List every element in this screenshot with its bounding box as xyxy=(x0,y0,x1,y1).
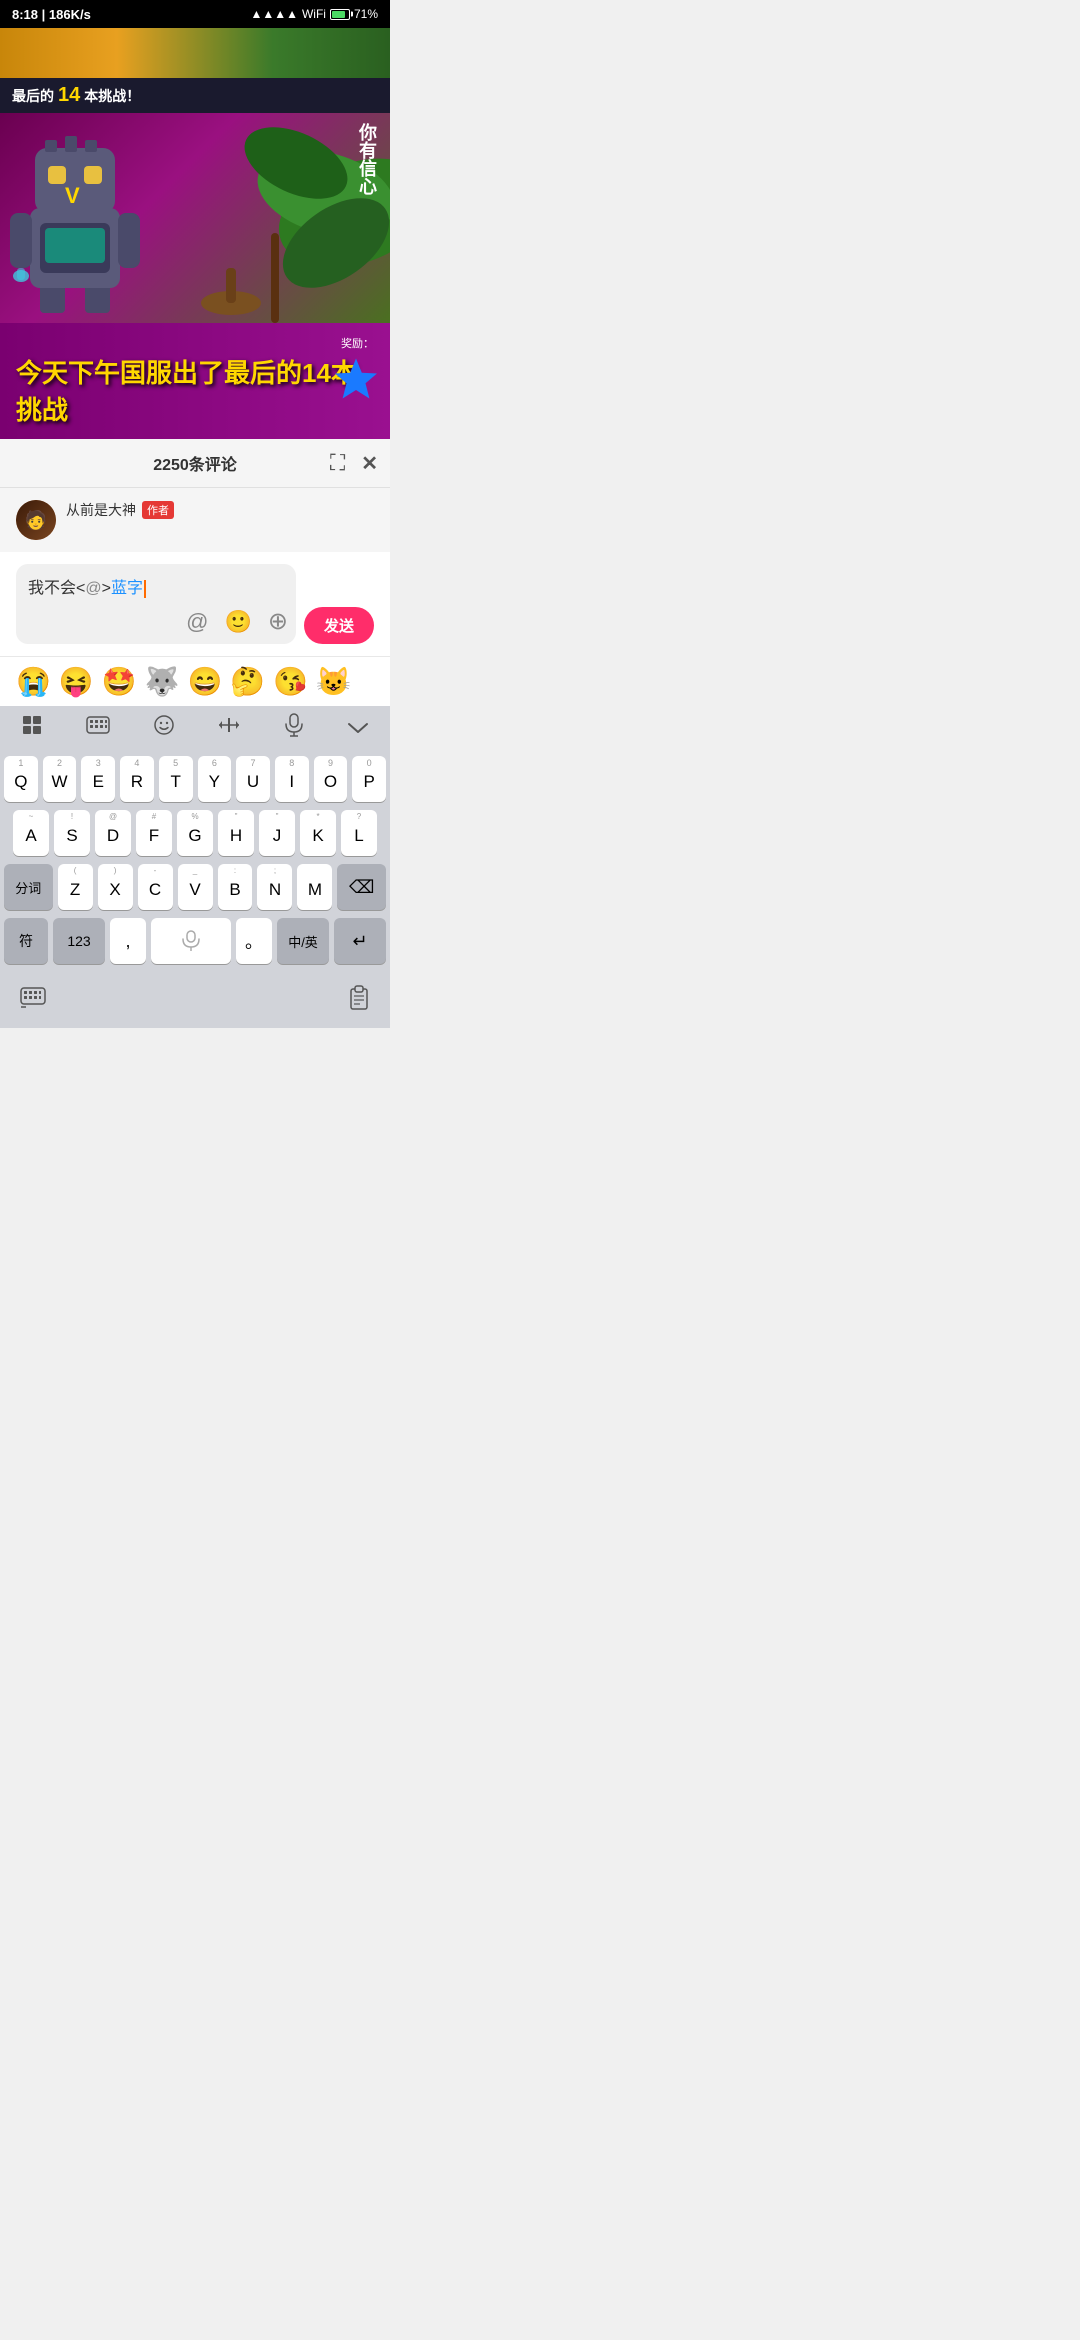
key-zh-en[interactable]: 中/英 xyxy=(277,918,329,964)
key-m[interactable]: M xyxy=(297,864,332,910)
key-x[interactable]: )X xyxy=(98,864,133,910)
status-bar: 8:18 | 186K/s ▲▲▲▲ WiFi 71% xyxy=(0,0,390,28)
comment-meta: 从前是大神 作者 xyxy=(66,500,174,520)
toolbar-cursor-button[interactable] xyxy=(217,714,241,742)
comment-name: 从前是大神 xyxy=(66,500,136,520)
key-period[interactable]: 。 xyxy=(236,918,272,964)
emoji-kiss[interactable]: 😘 xyxy=(273,665,308,698)
key-return[interactable]: ↵ xyxy=(334,918,386,964)
key-s[interactable]: !S xyxy=(54,810,90,856)
key-t[interactable]: 5T xyxy=(159,756,193,802)
banner-content: V xyxy=(0,113,390,323)
send-button[interactable]: 发送 xyxy=(304,607,374,644)
expand-button[interactable]: ⛶ xyxy=(330,450,345,476)
key-fu[interactable]: 符 xyxy=(4,918,48,964)
key-r[interactable]: 4R xyxy=(120,756,154,802)
key-b[interactable]: :B xyxy=(218,864,253,910)
key-j[interactable]: "J xyxy=(259,810,295,856)
key-w[interactable]: 2W xyxy=(43,756,77,802)
keyboard-row-1: 1Q 2W 3E 4R 5T 6Y 7U 8I 9O 0P xyxy=(4,756,386,802)
input-actions: @ 🙂 ⊕ xyxy=(186,607,288,636)
emoji-crying[interactable]: 😭 xyxy=(16,665,51,698)
game-banner-top xyxy=(0,28,390,78)
input-text: 我不会<@>蓝字 xyxy=(28,580,146,597)
at-icon[interactable]: @ xyxy=(186,609,208,635)
input-area: 我不会<@>蓝字 @ 🙂 ⊕ 发送 xyxy=(0,552,390,656)
toolbar-mic-button[interactable] xyxy=(284,713,304,743)
comment-input[interactable]: 我不会<@>蓝字 @ 🙂 ⊕ xyxy=(16,564,296,644)
reward-label: 奖励： xyxy=(16,335,374,351)
keyboard-row-2: ~A !S @D #F %G "H "J *K ?L xyxy=(4,810,386,856)
key-u[interactable]: 7U xyxy=(236,756,270,802)
banner-title: 最后的 14 本挑战！ xyxy=(0,78,390,113)
key-g[interactable]: %G xyxy=(177,810,213,856)
emoji-grin[interactable]: 😄 xyxy=(188,665,223,698)
banner-bottom: 奖励： 今天下午国服出了最后的14本挑战 xyxy=(0,323,390,439)
battery-icon xyxy=(330,9,350,20)
avatar: 🧑 xyxy=(16,500,56,540)
author-badge: 作者 xyxy=(142,501,174,519)
status-icons: ▲▲▲▲ WiFi 71% xyxy=(250,7,378,21)
game-banner-main: 最后的 14 本挑战！ xyxy=(0,78,390,439)
key-k[interactable]: *K xyxy=(300,810,336,856)
comment-item: 🧑 从前是大神 作者 xyxy=(0,488,390,552)
svg-text:V: V xyxy=(65,183,80,208)
toolbar-emoji-button[interactable] xyxy=(153,714,175,742)
banner-right-text: 你有信心 xyxy=(354,123,380,195)
emoji-think[interactable]: 🤔 xyxy=(230,665,265,698)
key-comma[interactable]: , xyxy=(110,918,146,964)
key-y[interactable]: 6Y xyxy=(198,756,232,802)
key-l[interactable]: ?L xyxy=(341,810,377,856)
keyboard: 1Q 2W 3E 4R 5T 6Y 7U 8I 9O 0P ~A !S @D #… xyxy=(0,750,390,978)
key-p[interactable]: 0P xyxy=(352,756,386,802)
key-123[interactable]: 123 xyxy=(53,918,105,964)
star-badge xyxy=(335,359,377,399)
key-h[interactable]: "H xyxy=(218,810,254,856)
key-space[interactable] xyxy=(151,918,231,964)
key-v[interactable]: _V xyxy=(178,864,213,910)
robot-figure: V xyxy=(10,128,140,308)
emoji-wolf[interactable]: 🐺 xyxy=(145,665,180,698)
keyboard-switch-button[interactable] xyxy=(20,987,46,1015)
add-icon[interactable]: ⊕ xyxy=(268,607,288,636)
close-button[interactable]: ✕ xyxy=(361,451,378,476)
key-a[interactable]: ~A xyxy=(13,810,49,856)
signal-icon: ▲▲▲▲ xyxy=(250,7,298,21)
banner-bottom-text: 今天下午国服出了最后的14本挑战 xyxy=(16,353,374,427)
key-o[interactable]: 9O xyxy=(314,756,348,802)
comments-count: 2250条评论 xyxy=(153,451,237,475)
key-c[interactable]: -C xyxy=(138,864,173,910)
bottom-bar xyxy=(0,978,390,1028)
emoji-icon[interactable]: 🙂 xyxy=(224,609,251,635)
keyboard-row-3: 分词 (Z )X -C _V :B ;N M ⌫ xyxy=(4,864,386,910)
toolbar-chevron-button[interactable] xyxy=(347,715,369,741)
keyboard-toolbar xyxy=(0,706,390,750)
key-i[interactable]: 8I xyxy=(275,756,309,802)
key-delete[interactable]: ⌫ xyxy=(337,864,386,910)
comments-panel: 2250条评论 ⛶ ✕ 🧑 从前是大神 作者 xyxy=(0,439,390,552)
emoji-tongue[interactable]: 😝 xyxy=(59,665,94,698)
wifi-icon: WiFi xyxy=(302,7,326,21)
status-time-network: 8:18 | 186K/s xyxy=(12,7,91,22)
key-q[interactable]: 1Q xyxy=(4,756,38,802)
emoji-stars[interactable]: 🤩 xyxy=(102,665,137,698)
emoji-row: 😭 😝 🤩 🐺 😄 🤔 😘 😺 xyxy=(0,656,390,706)
keyboard-row-4: 符 123 , 。 中/英 ↵ xyxy=(4,918,386,964)
emoji-cat[interactable]: 😺 xyxy=(316,665,351,698)
clipboard-button[interactable] xyxy=(348,985,370,1017)
key-d[interactable]: @D xyxy=(95,810,131,856)
comments-header: 2250条评论 ⛶ ✕ xyxy=(0,439,390,488)
header-actions: ⛶ ✕ xyxy=(330,450,378,476)
toolbar-grid-button[interactable] xyxy=(21,714,43,742)
key-z[interactable]: (Z xyxy=(58,864,93,910)
key-fenci[interactable]: 分词 xyxy=(4,864,53,910)
key-e[interactable]: 3E xyxy=(81,756,115,802)
key-n[interactable]: ;N xyxy=(257,864,292,910)
toolbar-keyboard-button[interactable] xyxy=(86,715,110,741)
battery-percent: 71% xyxy=(354,7,378,21)
key-f[interactable]: #F xyxy=(136,810,172,856)
